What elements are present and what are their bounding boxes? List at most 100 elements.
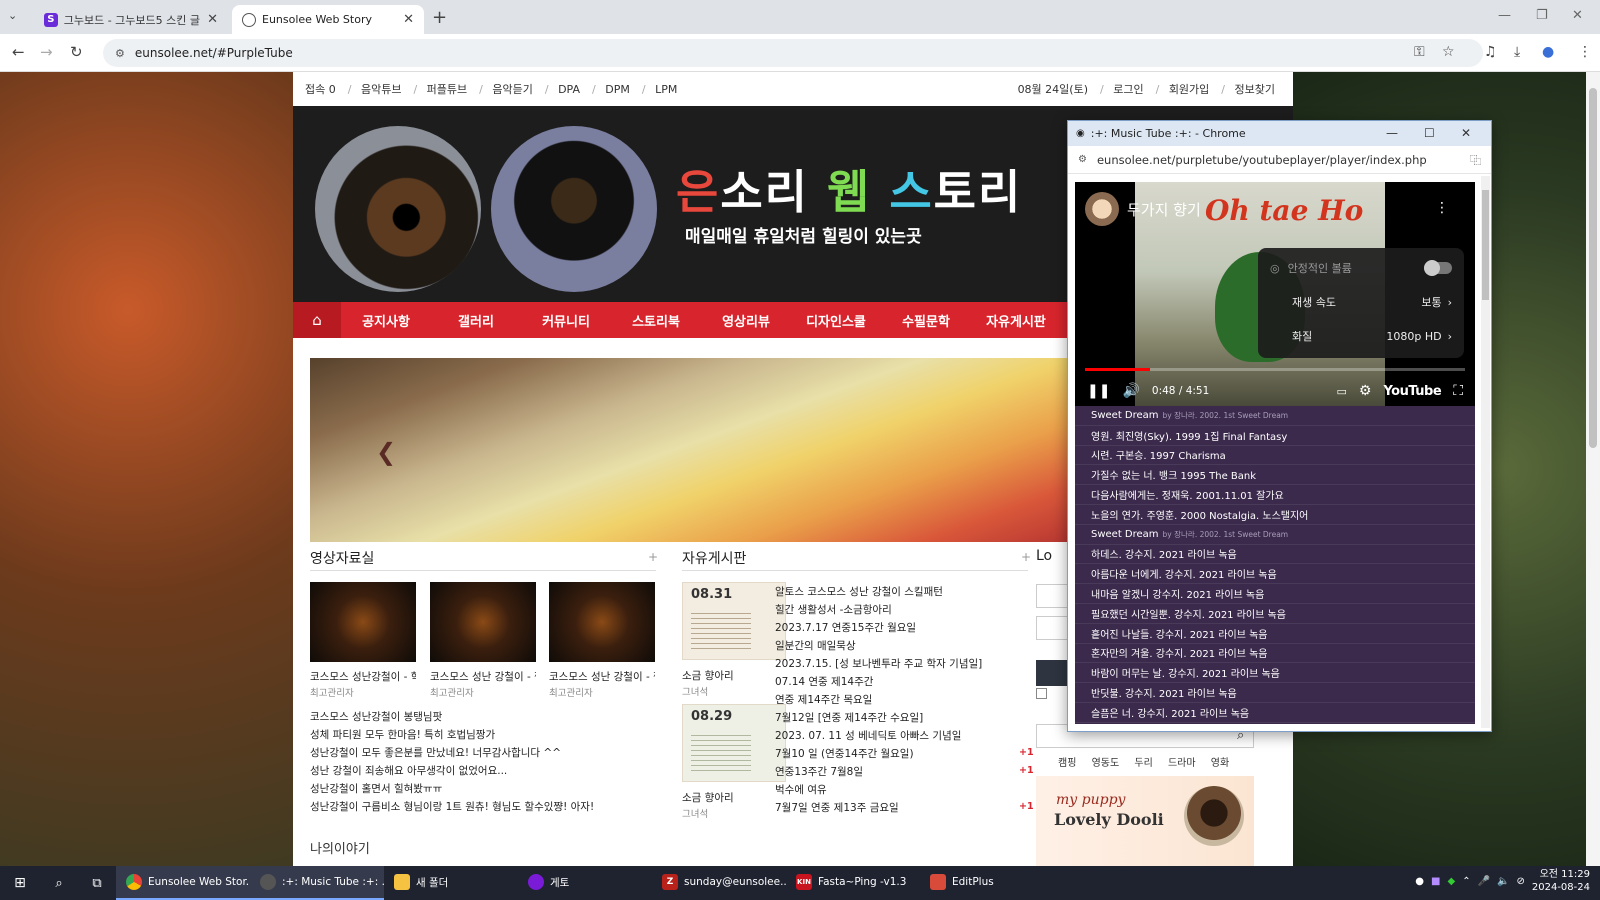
site-logo-title[interactable]: 은소리 웹 스토리 bbox=[676, 156, 1022, 222]
playlist-item[interactable]: 흩어진 나날들. 강수지. 2021 라이브 녹음 bbox=[1075, 624, 1475, 644]
subtitles-icon[interactable]: ▭ bbox=[1336, 385, 1346, 398]
link-music-listen[interactable]: 음악듣기 bbox=[492, 83, 532, 96]
media-control-icon[interactable]: ♫ bbox=[1484, 44, 1497, 60]
playlist-item[interactable]: 슬픔은 너. 강수지. 2021 라이브 녹음 bbox=[1075, 703, 1475, 723]
tag-link[interactable]: 영화 bbox=[1211, 758, 1229, 769]
video-thumb-title[interactable]: 코스모스 성난강철이 - 학 bbox=[310, 669, 416, 684]
playlist-item[interactable]: 필요했던 시간일뿐. 강수지. 2021 라이브 녹음 bbox=[1075, 604, 1475, 624]
close-window-icon[interactable]: ✕ bbox=[1572, 8, 1583, 23]
link-lpm[interactable]: LPM bbox=[655, 83, 677, 96]
download-icon[interactable]: ⤓ bbox=[1514, 44, 1520, 60]
nav-free-board[interactable]: 자유게시판 bbox=[971, 311, 1061, 330]
close-icon[interactable]: ✕ bbox=[1461, 126, 1471, 140]
tag-link[interactable]: 두리 bbox=[1134, 758, 1152, 769]
nav-community[interactable]: 커뮤니티 bbox=[521, 311, 611, 330]
tag-link[interactable]: 영동도 bbox=[1092, 758, 1120, 769]
tray-line-icon[interactable]: ◆ bbox=[1447, 876, 1455, 887]
nav-essay[interactable]: 수필문학 bbox=[881, 311, 971, 330]
speaker-icon[interactable]: 🔈 bbox=[1497, 876, 1509, 887]
taskbar-app-fastaping[interactable]: KIN Fasta~Ping -v1.3 bbox=[786, 866, 920, 900]
bookmark-star-icon[interactable]: ☆ bbox=[1442, 44, 1455, 60]
tab-eunsolee[interactable]: Eunsolee Web Story ✕ bbox=[232, 5, 424, 34]
board-list-item[interactable]: 7월10 일 (연중14주간 월요일) bbox=[775, 746, 914, 761]
maximize-icon[interactable]: ☐ bbox=[1424, 126, 1435, 140]
story-section-title[interactable]: 나의이야기 bbox=[310, 838, 370, 857]
page-scrollbar[interactable] bbox=[1586, 72, 1600, 866]
mic-icon[interactable]: 🎤 bbox=[1478, 876, 1490, 887]
board-card-title[interactable]: 소금 향아리 bbox=[682, 790, 734, 805]
board-list-item[interactable]: 2023.7.15. [성 보나벤투라 주교 학자 기념일] bbox=[775, 656, 982, 671]
taskbar-app-folder[interactable]: 새 폴더 bbox=[384, 866, 518, 900]
address-bar[interactable]: ⚙ eunsolee.net/#PurpleTube bbox=[103, 39, 1483, 67]
password-key-icon[interactable]: ⚿ bbox=[1414, 44, 1425, 60]
setting-quality[interactable]: 화질 1080p HD › bbox=[1258, 320, 1464, 352]
windows-start-icon[interactable]: ⊞ bbox=[0, 875, 40, 891]
home-icon[interactable]: ⌂ bbox=[293, 302, 341, 338]
search-icon[interactable]: ⌕ bbox=[40, 876, 78, 891]
remember-checkbox[interactable] bbox=[1036, 688, 1047, 699]
video-thumb-title[interactable]: 코스모스 성난 강철이 - 짱 bbox=[430, 669, 536, 684]
link-dpa[interactable]: DPA bbox=[558, 83, 580, 96]
taskbar-app-geto[interactable]: 게토 bbox=[518, 866, 652, 900]
playlist-item[interactable]: 다음사람에게는. 정재욱. 2001.11.01 잘가요 bbox=[1075, 485, 1475, 505]
board-list-item[interactable]: 7월12일 [연중 제14주간 수요일] bbox=[775, 710, 923, 725]
slider-prev-chevron-icon[interactable]: ❮ bbox=[376, 438, 396, 466]
tray-app-icon[interactable]: ■ bbox=[1431, 876, 1440, 887]
site-settings-icon[interactable]: ⚙ bbox=[1078, 154, 1087, 165]
youtube-logo[interactable]: YouTube bbox=[1383, 384, 1441, 399]
playlist-item[interactable]: 노을의 연가. 주영훈. 2000 Nostalgia. 노스탤지어 bbox=[1075, 505, 1475, 525]
more-options-icon[interactable]: ⋮ bbox=[1435, 200, 1449, 216]
video-section-title[interactable]: 영상자료실 bbox=[310, 548, 374, 568]
taskbar-app-chrome[interactable]: Eunsolee Web Stor... bbox=[116, 866, 250, 900]
reload-icon[interactable]: ↻ bbox=[70, 43, 83, 61]
scrollbar-thumb[interactable] bbox=[1482, 190, 1489, 300]
find-info-link[interactable]: 정보찾기 bbox=[1235, 83, 1275, 96]
nav-design-school[interactable]: 디자인스쿨 bbox=[791, 311, 881, 330]
taskbar-app-editplus[interactable]: EditPlus bbox=[920, 866, 1054, 900]
list-item[interactable]: 성난강철이 모두 좋은분를 만났네요! 너무감사합니다 ^^ bbox=[310, 745, 561, 760]
list-item[interactable]: 성체 파티원 모두 한마음! 특히 호법님짱가 bbox=[310, 727, 495, 742]
task-view-icon[interactable]: ⧉ bbox=[78, 876, 116, 891]
board-list-item[interactable]: 연중 제14주간 목요일 bbox=[775, 692, 872, 707]
tab-close-icon[interactable]: ✕ bbox=[403, 12, 414, 27]
nav-storybook[interactable]: 스토리북 bbox=[611, 311, 701, 330]
video-thumb-3[interactable] bbox=[549, 582, 655, 662]
minimize-icon[interactable]: — bbox=[1498, 8, 1511, 23]
nav-notice[interactable]: 공지사항 bbox=[341, 311, 431, 330]
tag-link[interactable]: 캠핑 bbox=[1058, 758, 1076, 769]
taskbar-app-filezilla[interactable]: Z sunday@eunsolee.... bbox=[652, 866, 786, 900]
link-dpm[interactable]: DPM bbox=[605, 83, 630, 96]
free-board-more-plus-icon[interactable]: + bbox=[1021, 550, 1031, 564]
new-tab-plus-icon[interactable]: + bbox=[432, 7, 447, 28]
playlist-item[interactable]: 영원. 최진영(Sky). 1999 1집 Final Fantasy bbox=[1075, 426, 1475, 446]
list-item[interactable]: 코스모스 성난강철이 봉탱님팟 bbox=[310, 709, 442, 724]
link-purple-tube[interactable]: 퍼플튜브 bbox=[427, 83, 467, 96]
nav-gallery[interactable]: 갤러리 bbox=[431, 311, 521, 330]
chrome-menu-icon[interactable]: ⋮ bbox=[1578, 44, 1592, 60]
video-more-plus-icon[interactable]: + bbox=[648, 550, 658, 564]
playlist-item[interactable]: 혼자만의 겨울. 강수지. 2021 라이브 녹음 bbox=[1075, 644, 1475, 664]
video-thumb-title[interactable]: 코스모스 성난 강철이 - 짱 bbox=[549, 669, 655, 684]
playlist-item[interactable]: 시련. 구본승. 1997 Charisma bbox=[1075, 446, 1475, 466]
board-card-title[interactable]: 소금 향아리 bbox=[682, 668, 734, 683]
playlist-item[interactable]: 바람이 머무는 날. 강수지. 2021 라이브 녹음 bbox=[1075, 663, 1475, 684]
free-board-title[interactable]: 자유게시판 bbox=[682, 548, 746, 568]
channel-avatar[interactable] bbox=[1085, 192, 1119, 226]
signup-link[interactable]: 회원가입 bbox=[1169, 83, 1209, 96]
nav-video-review[interactable]: 영상리뷰 bbox=[701, 311, 791, 330]
board-list-item[interactable]: 알토스 코스모스 성난 강철이 스킬패턴 bbox=[775, 584, 943, 599]
pause-icon[interactable]: ❚❚ bbox=[1087, 383, 1110, 399]
login-link[interactable]: 로그인 bbox=[1113, 83, 1143, 96]
setting-playback-speed[interactable]: 재생 속도 보통 › bbox=[1258, 286, 1464, 318]
playlist-item[interactable]: Sweet Dream by 장나라. 2002. 1st Sweet Dream bbox=[1075, 525, 1475, 545]
video-thumb-1[interactable] bbox=[310, 582, 416, 662]
tag-link[interactable]: 드라마 bbox=[1168, 758, 1196, 769]
progress-bar[interactable] bbox=[1085, 368, 1465, 371]
minimize-icon[interactable]: — bbox=[1386, 126, 1398, 140]
board-list-item[interactable]: 연중13주간 7월8일 bbox=[775, 764, 863, 779]
restore-icon[interactable]: ❐ bbox=[1536, 8, 1548, 23]
tray-expand-icon[interactable]: ⌃ bbox=[1462, 876, 1470, 887]
setting-stable-volume[interactable]: ◎ 안정적인 볼륨 bbox=[1258, 252, 1464, 284]
board-list-item[interactable]: 2023. 07. 11 성 베네딕토 아빠스 기념일 bbox=[775, 728, 961, 743]
volume-icon[interactable]: 🔊 bbox=[1122, 383, 1139, 399]
